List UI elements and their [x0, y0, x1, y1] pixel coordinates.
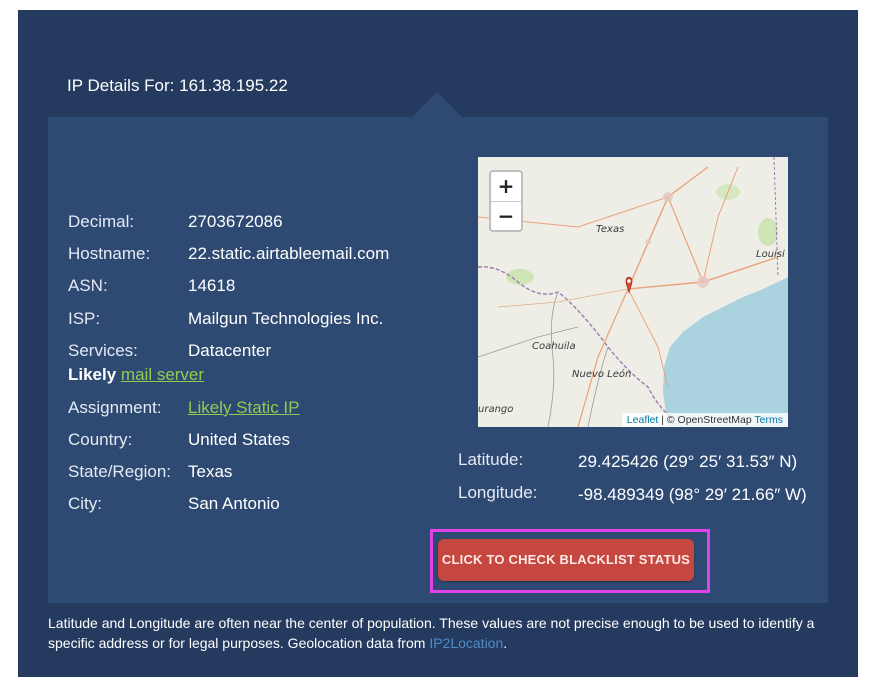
map-tiles: Texas Louisi Coahuila Nuevo León urango	[478, 157, 788, 427]
map-label-durango: urango	[478, 404, 513, 415]
detail-label: State/Region:	[68, 462, 172, 481]
zoom-in-button[interactable]: +	[491, 172, 521, 201]
detail-row-decimal: Decimal: 2703672086	[68, 212, 283, 232]
geolocation-footnote: Latitude and Longitude are often near th…	[48, 613, 818, 653]
latitude-label: Latitude:	[458, 450, 524, 469]
detail-label: Hostname:	[68, 244, 151, 263]
map-label-texas: Texas	[596, 224, 624, 235]
detail-label: ISP:	[68, 309, 101, 328]
detail-value: United States	[188, 430, 291, 449]
detail-value: Texas	[188, 462, 233, 481]
detail-row-isp: ISP: Mailgun Technologies Inc.	[68, 309, 383, 329]
terms-link[interactable]: Terms	[754, 414, 783, 426]
detail-row-asn: ASN: 14618	[68, 276, 235, 296]
detail-label: Services:	[68, 341, 138, 360]
check-blacklist-button[interactable]: CLICK TO CHECK BLACKLIST STATUS	[438, 539, 694, 581]
zoom-out-button[interactable]: −	[491, 201, 521, 231]
location-map[interactable]: Texas Louisi Coahuila Nuevo León urango …	[478, 157, 788, 427]
detail-row-state: State/Region: Texas	[68, 462, 232, 482]
map-label-coahuila: Coahuila	[532, 341, 576, 352]
detail-label: Country:	[68, 430, 133, 449]
latitude-value: 29.425426 (29° 25′ 31.53″ N)	[578, 452, 798, 471]
map-label-nuevo-leon: Nuevo León	[572, 368, 631, 380]
detail-value: 2703672086	[188, 212, 283, 231]
likely-service: Likely mail server	[68, 365, 204, 385]
map-attribution: Leaflet | © OpenStreetMap Terms	[621, 413, 788, 427]
longitude-row: Longitude: -98.489349 (98° 29′ 21.66″ W)	[458, 483, 818, 507]
latitude-row: Latitude: 29.425426 (29° 25′ 31.53″ N)	[458, 450, 818, 474]
detail-label: ASN:	[68, 276, 108, 295]
detail-label: City:	[68, 494, 102, 513]
footnote-end: .	[503, 635, 508, 651]
longitude-label: Longitude:	[458, 483, 538, 502]
osm-credit: | © OpenStreetMap	[658, 414, 755, 426]
longitude-value: -98.489349 (98° 29′ 21.66″ W)	[578, 485, 807, 504]
detail-value: Datacenter	[188, 341, 272, 360]
detail-row-services: Services: Datacenter	[68, 341, 271, 361]
detail-row-hostname: Hostname: 22.static.airtableemail.com	[68, 244, 389, 264]
mail-server-link[interactable]: mail server	[121, 365, 204, 384]
detail-label: Assignment:	[68, 398, 162, 417]
detail-label: Decimal:	[68, 212, 135, 231]
detail-value: Mailgun Technologies Inc.	[188, 309, 384, 328]
assignment-link[interactable]: Likely Static IP	[188, 398, 300, 417]
panel-pointer	[412, 92, 462, 117]
detail-value: San Antonio	[188, 494, 280, 513]
map-zoom-control: + −	[489, 170, 523, 232]
leaflet-link[interactable]: Leaflet	[627, 414, 659, 426]
detail-value: 14618	[188, 276, 236, 295]
detail-row-assignment: Assignment: Likely Static IP	[68, 398, 300, 418]
detail-row-country: Country: United States	[68, 430, 290, 450]
detail-row-city: City: San Antonio	[68, 494, 280, 514]
likely-prefix: Likely	[68, 365, 121, 384]
ip2location-link[interactable]: IP2Location	[429, 635, 503, 651]
map-label-louisiana: Louisi	[756, 249, 785, 260]
page-title: IP Details For: 161.38.195.22	[67, 76, 288, 95]
detail-value: 22.static.airtableemail.com	[188, 244, 390, 263]
